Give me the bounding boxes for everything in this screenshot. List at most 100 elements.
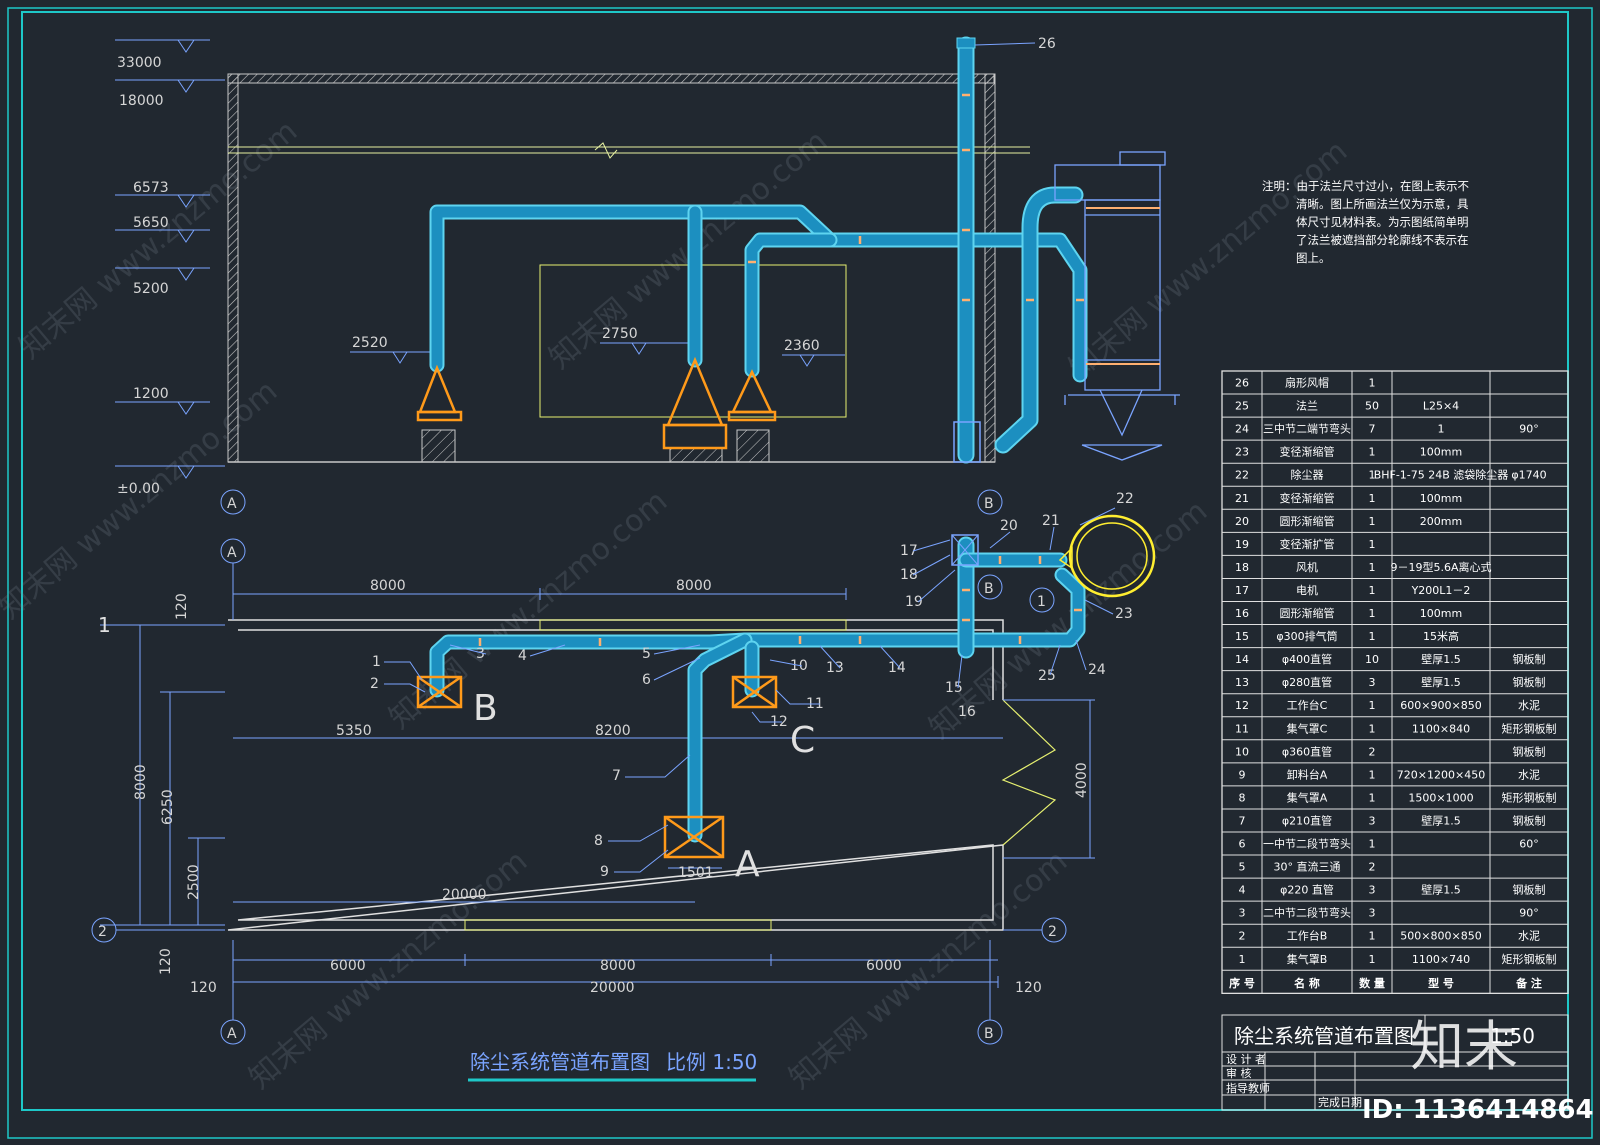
- hood-height: 2360: [784, 338, 820, 354]
- bom-cell: 22: [1235, 469, 1249, 482]
- callout-label: 2: [370, 676, 379, 692]
- bom-cell: 电机: [1296, 583, 1318, 597]
- bom-cell: 3: [1369, 907, 1376, 920]
- bom-header: 名 称: [1294, 976, 1320, 990]
- bom-cell: 26: [1235, 377, 1249, 390]
- callout-label: 18: [900, 567, 918, 583]
- bom-cell: 90°: [1519, 907, 1539, 920]
- bom-header: 型 号: [1428, 976, 1454, 990]
- watermark-text: 知末网 www.znzmo.com: [783, 844, 1074, 1096]
- bom-cell: 钢板制: [1513, 675, 1546, 689]
- bom-cell: φ400直管: [1282, 652, 1332, 666]
- cad-drawing: 知末网 www.znzmo.com 知末网 www.znzmo.com 知末网 …: [0, 7, 1594, 1139]
- bom-cell: 16: [1235, 607, 1249, 620]
- dim-label: 120: [190, 980, 217, 996]
- bom-cell: 1: [1369, 538, 1376, 551]
- bom-cell: 600×900×850: [1400, 699, 1481, 712]
- callout-label: 4: [518, 648, 527, 664]
- drawing-scale: 比例 1:50: [666, 1050, 757, 1074]
- bom-cell: 钢板制: [1513, 883, 1546, 897]
- bom-cell: φ360直管: [1282, 744, 1332, 758]
- bom-cell: 风机: [1296, 560, 1318, 574]
- station-label-a: A: [735, 844, 760, 885]
- callout-label: 20: [1000, 518, 1018, 534]
- bom-cell: 水泥: [1518, 930, 1540, 943]
- callout-label: 3: [476, 646, 485, 662]
- bom-cell: 二中节二段节弯头: [1263, 906, 1351, 920]
- level-label: 18000: [119, 93, 164, 109]
- bom-cell: 三中节二端节弯头: [1263, 422, 1351, 436]
- axis-label: B: [984, 1026, 994, 1042]
- callout-label: 24: [1088, 662, 1106, 678]
- bom-cell: 200mm: [1420, 515, 1462, 528]
- bom-cell: 圆形渐缩管: [1280, 606, 1335, 620]
- axis-label: A: [227, 496, 237, 512]
- bom-cell: 除尘器: [1291, 468, 1324, 482]
- note-line: 体尺寸见材料表。为示图纸简单明: [1296, 215, 1469, 229]
- dim-label: 6250: [160, 789, 176, 825]
- dim-label: 120: [158, 948, 174, 975]
- bom-cell: 1: [1369, 377, 1376, 390]
- bom-cell: 4: [1239, 884, 1246, 897]
- bom-cell: 变径渐缩管: [1280, 445, 1335, 459]
- dim-label: 6000: [866, 958, 902, 974]
- bom-cell: 集气罩A: [1287, 790, 1328, 804]
- bom-cell: 720×1200×450: [1397, 768, 1485, 781]
- bom-cell: 11: [1235, 722, 1249, 735]
- callout-label: 21: [1042, 513, 1060, 529]
- axis-label: 2: [1048, 924, 1057, 940]
- bom-cell: 圆形渐缩管: [1280, 514, 1335, 528]
- bom-cell: 3: [1369, 676, 1376, 689]
- callout-label: 8: [594, 833, 603, 849]
- bom-cell: φ210直管: [1282, 813, 1332, 827]
- bom-cell: 17: [1235, 584, 1249, 597]
- hood-height: 2750: [602, 326, 638, 342]
- bom-cell: 100mm: [1420, 446, 1462, 459]
- bom-cell: 8: [1239, 791, 1246, 804]
- bom-header: 数 量: [1359, 976, 1385, 990]
- bom-cell: 12: [1235, 699, 1249, 712]
- station-label-b: B: [473, 688, 498, 729]
- bom-cell: 1: [1369, 630, 1376, 643]
- bom-cell: 7: [1239, 814, 1246, 827]
- dim-label: 5350: [336, 723, 372, 739]
- bom-cell: 14: [1235, 653, 1249, 666]
- bom-cell: 一中节二段节弯头: [1263, 837, 1351, 851]
- axis-label: B: [984, 496, 994, 512]
- bom-cell: 1: [1369, 515, 1376, 528]
- level-label: 5200: [133, 281, 169, 297]
- elevation-ducts: [429, 36, 1088, 464]
- bom-cell: 法兰: [1296, 399, 1318, 413]
- bom-cell: 19: [1235, 538, 1249, 551]
- bom-cell: 1: [1369, 446, 1376, 459]
- bom-cell: 壁厚1.5: [1421, 675, 1461, 689]
- dim-label: 6000: [330, 958, 366, 974]
- callout-label: 9: [600, 864, 609, 880]
- bom-cell: 2: [1239, 930, 1246, 943]
- bom-cell: 壁厚1.5: [1421, 883, 1461, 897]
- bom-cell: 3: [1369, 884, 1376, 897]
- callout-label: 10: [790, 658, 808, 674]
- bom-cell: 15米高: [1423, 629, 1459, 643]
- title-block-title: 除尘系统管道布置图: [1234, 1024, 1414, 1048]
- bom-cell: 1: [1239, 953, 1246, 966]
- level-label: 6573: [133, 180, 169, 196]
- bom-cell: 工作台C: [1287, 698, 1328, 712]
- bom-cell: 2: [1369, 745, 1376, 758]
- notes: 注明：由于法兰尺寸过小，在图上表示不 清晰。图上所画法兰仅为示意，具 体尺寸见材…: [1262, 179, 1469, 265]
- dim-label: 8000: [676, 578, 712, 594]
- bom-cell: 1: [1369, 722, 1376, 735]
- dim-label: 4000: [1074, 762, 1090, 798]
- bom-cell: 13: [1235, 676, 1249, 689]
- bom-cell: 15: [1235, 630, 1249, 643]
- callout-label: 1: [372, 654, 381, 670]
- bom-cell: 扇形风帽: [1285, 376, 1329, 390]
- bom-cell: φ280直管: [1282, 675, 1332, 689]
- dim-label: 8000: [600, 958, 636, 974]
- callout-label: 5: [642, 646, 651, 662]
- drawing-title: 除尘系统管道布置图: [470, 1050, 650, 1074]
- axis-label: 2: [98, 924, 107, 940]
- level-label: 5650: [133, 215, 169, 231]
- callout-label: 16: [958, 704, 976, 720]
- bom-cell: 500×800×850: [1400, 930, 1481, 943]
